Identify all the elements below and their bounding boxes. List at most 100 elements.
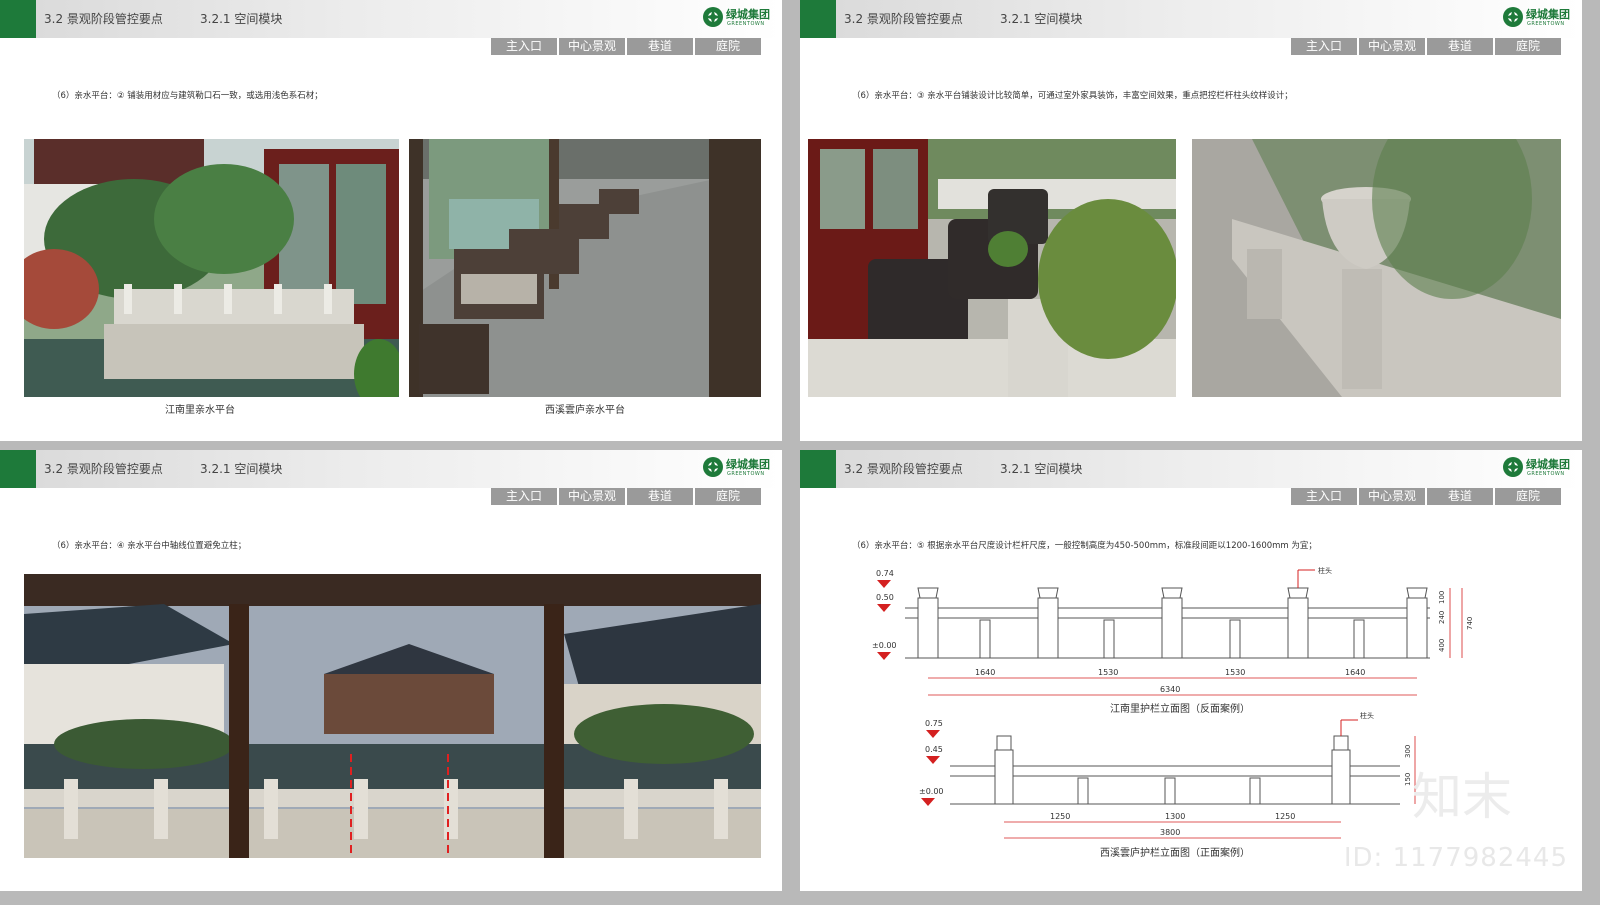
logo-text-cn: 绿城集团	[1526, 458, 1570, 471]
tab-courtyard[interactable]: 庭院	[1495, 38, 1561, 55]
logo-text-en: GREENTOWN	[727, 21, 765, 27]
section-title: 3.2 景观阶段管控要点	[844, 12, 963, 26]
level-label: 0.75	[925, 719, 943, 728]
tab-main-entrance[interactable]: 主入口	[1291, 38, 1357, 55]
elevation-drawing-xixi: 0.75 0.45 ±0.00 柱头 1250 1300 1250 3800 3…	[919, 711, 1416, 859]
level-label: ±0.00	[919, 787, 944, 796]
dimension-label: 1530	[1098, 668, 1118, 677]
tab-central-landscape[interactable]: 中心景观	[559, 488, 625, 505]
photo-terrace-furniture	[808, 139, 1176, 397]
vertical-dimension-label: 240	[1438, 611, 1446, 624]
tab-central-landscape[interactable]: 中心景观	[1359, 488, 1425, 505]
tab-central-landscape[interactable]: 中心景观	[1359, 38, 1425, 55]
level-marker	[877, 604, 891, 612]
tab-alley[interactable]: 巷道	[627, 38, 693, 55]
dimension-label: 1640	[975, 668, 995, 677]
logo-text-cn: 绿城集团	[726, 8, 770, 21]
level-marker	[877, 580, 891, 588]
slide-note: （6）亲水平台：② 铺装用材应与建筑勒口石一致，或选用浅色系石材；	[52, 91, 323, 101]
section-title: 3.2 景观阶段管控要点	[44, 462, 163, 476]
logo-text-cn: 绿城集团	[1526, 8, 1570, 21]
photo-xixi-platform	[409, 139, 761, 397]
dimension-label: 1530	[1225, 668, 1245, 677]
level-marker	[877, 652, 891, 660]
tab-alley[interactable]: 巷道	[627, 488, 693, 505]
dimension-label: 1300	[1165, 812, 1185, 821]
logo-text-en: GREENTOWN	[1527, 471, 1565, 477]
slide-1: 3.2 景观阶段管控要点 3.2.1 空间模块 绿城集团 GREENTOWN 主…	[0, 0, 782, 441]
photo-lotus-post-detail	[1192, 139, 1561, 397]
railing-elevation-drawings: 0.74 0.50 ±0.00 柱头 1640 1530 1530 1640 6…	[872, 566, 1474, 859]
level-marker	[926, 730, 940, 738]
header-accent-bar	[0, 0, 36, 38]
vertical-dimension-label: 100	[1438, 591, 1446, 604]
dimension-label: 1250	[1050, 812, 1070, 821]
tab-courtyard[interactable]: 庭院	[1495, 488, 1561, 505]
greentown-logo: 绿城集团 GREENTOWN	[702, 456, 774, 482]
total-dimension-label: 3800	[1160, 828, 1180, 837]
greentown-logo-icon	[703, 457, 723, 477]
level-marker	[926, 756, 940, 764]
logo-text-en: GREENTOWN	[1527, 21, 1565, 27]
subsection-title: 3.2.1 空间模块	[1000, 12, 1083, 26]
tab-central-landscape[interactable]: 中心景观	[559, 38, 625, 55]
dimension-label: 1250	[1275, 812, 1295, 821]
tab-courtyard[interactable]: 庭院	[695, 38, 761, 55]
module-tabs: 主入口 中心景观 巷道 庭院	[491, 488, 761, 505]
level-marker	[921, 798, 935, 806]
subsection-title: 3.2.1 空间模块	[200, 462, 283, 476]
level-label: 0.74	[876, 569, 894, 578]
subsection-title: 3.2.1 空间模块	[1000, 462, 1083, 476]
vertical-dimension-label: 400	[1438, 639, 1446, 652]
greentown-logo-icon	[703, 7, 723, 27]
section-title: 3.2 景观阶段管控要点	[44, 12, 163, 26]
section-title: 3.2 景观阶段管控要点	[844, 462, 963, 476]
tab-main-entrance[interactable]: 主入口	[1291, 488, 1357, 505]
slide-header: 3.2 景观阶段管控要点 3.2.1 空间模块 绿城集团 GREENTOWN	[800, 0, 1582, 38]
post-head-label: 柱头	[1360, 711, 1374, 720]
greentown-logo: 绿城集团 GREENTOWN	[702, 6, 774, 32]
greentown-logo-icon	[1503, 7, 1523, 27]
header-accent-bar	[0, 450, 36, 488]
post-head-label: 柱头	[1318, 566, 1332, 575]
logo-text-cn: 绿城集团	[726, 458, 770, 471]
greentown-logo: 绿城集团 GREENTOWN	[1502, 6, 1574, 32]
photo-central-axis-view	[24, 574, 761, 858]
module-tabs: 主入口 中心景观 巷道 庭院	[491, 38, 761, 55]
watermark-id: ID: 1177982445	[1343, 843, 1568, 873]
slide-note: （6）亲水平台：③ 亲水平台铺装设计比较简单，可通过室外家具装饰，丰富空间效果，…	[852, 91, 1293, 101]
header-accent-bar	[800, 450, 836, 488]
dimension-label: 1640	[1345, 668, 1365, 677]
greentown-logo-icon	[1503, 457, 1523, 477]
watermark-logo-text: 知末	[1412, 768, 1512, 826]
module-tabs: 主入口 中心景观 巷道 庭院	[1291, 38, 1561, 55]
total-dimension-label: 6340	[1160, 685, 1180, 694]
vertical-dimension-label: 300	[1404, 745, 1412, 758]
tab-main-entrance[interactable]: 主入口	[491, 38, 557, 55]
elevation-drawing-jiangnanli: 0.74 0.50 ±0.00 柱头 1640 1530 1530 1640 6…	[872, 566, 1474, 715]
slide-header: 3.2 景观阶段管控要点 3.2.1 空间模块 绿城集团 GREENTOWN	[0, 0, 782, 38]
tab-main-entrance[interactable]: 主入口	[491, 488, 557, 505]
vertical-dimension-label: 150	[1404, 773, 1412, 786]
slide-3: 3.2 景观阶段管控要点 3.2.1 空间模块 绿城集团 GREENTOWN 主…	[0, 450, 782, 891]
vertical-dimension-label: 740	[1466, 617, 1474, 630]
header-accent-bar	[800, 0, 836, 38]
level-label: 0.50	[876, 593, 894, 602]
photo-caption-right: 西溪雲庐亲水平台	[545, 405, 625, 416]
tab-alley[interactable]: 巷道	[1427, 38, 1493, 55]
slide-2: 3.2 景观阶段管控要点 3.2.1 空间模块 绿城集团 GREENTOWN 主…	[800, 0, 1582, 441]
tab-courtyard[interactable]: 庭院	[695, 488, 761, 505]
slide-note: （6）亲水平台：④ 亲水平台中轴线位置避免立柱；	[52, 541, 247, 551]
slide-header: 3.2 景观阶段管控要点 3.2.1 空间模块 绿城集团 GREENTOWN	[0, 450, 782, 488]
photo-jiangnanli-platform	[24, 139, 399, 397]
level-label: ±0.00	[872, 641, 897, 650]
tab-alley[interactable]: 巷道	[1427, 488, 1493, 505]
drawing-title: 江南里护栏立面图（反面案例）	[1110, 702, 1250, 715]
photo-caption-left: 江南里亲水平台	[165, 405, 235, 416]
greentown-logo: 绿城集团 GREENTOWN	[1502, 456, 1574, 482]
subsection-title: 3.2.1 空间模块	[200, 12, 283, 26]
level-label: 0.45	[925, 745, 943, 754]
slide-note: （6）亲水平台：⑤ 根据亲水平台尺度设计栏杆尺度，一般控制高度为450-500m…	[852, 541, 1317, 551]
drawing-title: 西溪雲庐护栏立面图（正面案例）	[1100, 846, 1250, 859]
logo-text-en: GREENTOWN	[727, 471, 765, 477]
